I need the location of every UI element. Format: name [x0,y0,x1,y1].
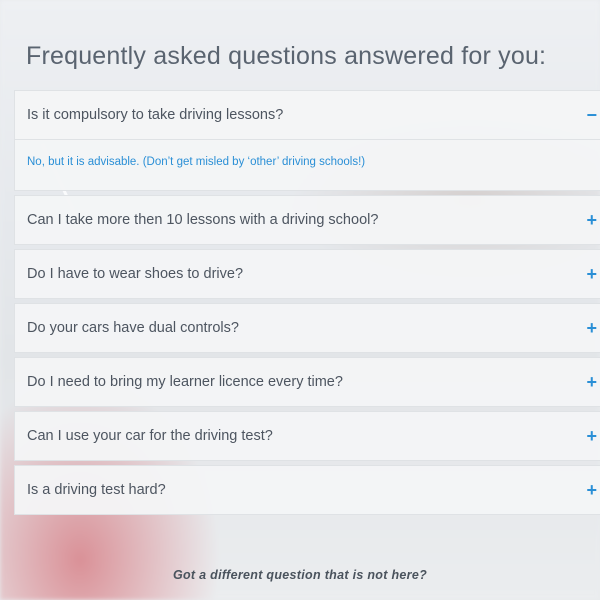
different-question-link[interactable]: Got a different question that is not her… [0,568,600,582]
faq-answer-compulsory-lessons: No, but it is advisable. (Don’t get misl… [15,139,600,190]
faq-item-test-hard: Is a driving test hard? + [14,465,600,515]
expand-plus-icon[interactable]: + [586,481,597,499]
expand-plus-icon[interactable]: + [586,265,597,283]
faq-question-label: Can I take more then 10 lessons with a d… [27,212,379,228]
faq-list: Is it compulsory to take driving lessons… [14,90,600,519]
faq-question-wear-shoes[interactable]: Do I have to wear shoes to drive? + [15,250,600,298]
faq-question-label: Do your cars have dual controls? [27,320,239,336]
faq-item-learner-licence: Do I need to bring my learner licence ev… [14,357,600,407]
expand-plus-icon[interactable]: + [586,319,597,337]
collapse-minus-icon[interactable]: − [586,106,597,124]
faq-item-car-for-test: Can I use your car for the driving test?… [14,411,600,461]
faq-question-dual-controls[interactable]: Do your cars have dual controls? + [15,304,600,352]
faq-answer-text: No, but it is advisable. (Don’t get misl… [27,156,366,168]
faq-question-car-for-test[interactable]: Can I use your car for the driving test?… [15,412,600,460]
faq-item-more-lessons: Can I take more then 10 lessons with a d… [14,195,600,245]
faq-item-compulsory-lessons: Is it compulsory to take driving lessons… [14,90,600,191]
faq-question-learner-licence[interactable]: Do I need to bring my learner licence ev… [15,358,600,406]
expand-plus-icon[interactable]: + [586,211,597,229]
faq-question-compulsory-lessons[interactable]: Is it compulsory to take driving lessons… [15,91,600,139]
faq-question-test-hard[interactable]: Is a driving test hard? + [15,466,600,514]
expand-plus-icon[interactable]: + [586,427,597,445]
faq-title: Frequently asked questions answered for … [26,42,547,70]
faq-question-label: Can I use your car for the driving test? [27,428,273,444]
faq-question-label: Do I need to bring my learner licence ev… [27,374,343,390]
faq-question-more-lessons[interactable]: Can I take more then 10 lessons with a d… [15,196,600,244]
faq-question-label: Is it compulsory to take driving lessons… [27,107,284,123]
expand-plus-icon[interactable]: + [586,373,597,391]
faq-item-dual-controls: Do your cars have dual controls? + [14,303,600,353]
faq-item-wear-shoes: Do I have to wear shoes to drive? + [14,249,600,299]
faq-question-label: Do I have to wear shoes to drive? [27,266,244,282]
faq-question-label: Is a driving test hard? [27,482,166,498]
